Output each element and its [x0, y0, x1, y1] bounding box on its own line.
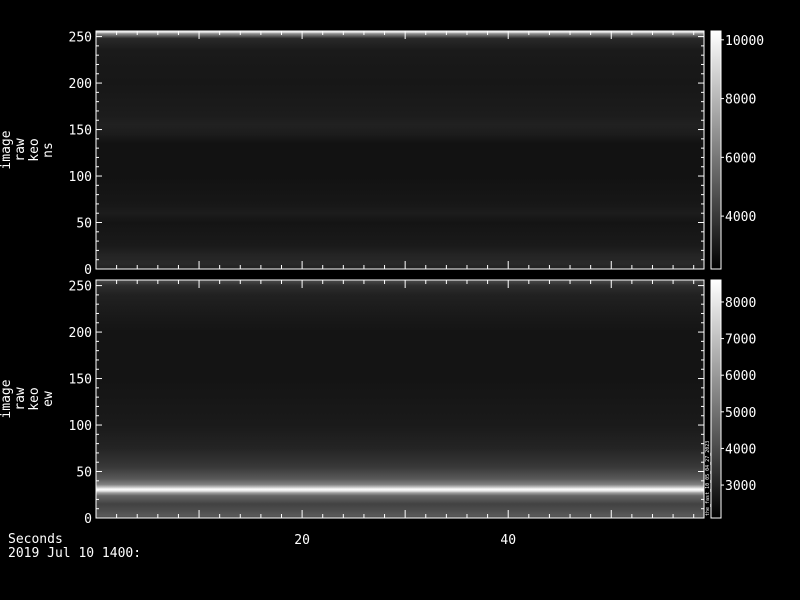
- y-axis-label-line: raw: [13, 387, 28, 411]
- colorbar-tick-label: 7000: [725, 333, 756, 348]
- colorbar-annotation: the_fast_10_05_04_27_2023: [705, 441, 711, 516]
- colorbar-tick-label: 3000: [725, 479, 756, 494]
- heatmap-image: [96, 31, 704, 269]
- x-axis-label: Seconds: [8, 532, 63, 547]
- colorbar-tick-label: 4000: [725, 210, 756, 225]
- y-tick-label: 200: [69, 77, 92, 92]
- y-axis-label-line: image: [0, 130, 14, 169]
- x-tick-label: 40: [500, 533, 516, 548]
- y-axis-label-line: raw: [13, 138, 28, 162]
- y-axis-label-line: keo: [27, 387, 42, 410]
- panel-ns: 0 50 100 150 200 250 image raw keo ns 4000 6000 8000…: [0, 30, 764, 278]
- colorbar-tick-label: 6000: [725, 151, 756, 166]
- colorbar: [710, 279, 722, 519]
- y-tick-label: 50: [76, 217, 92, 232]
- y-axis-label-line: ns: [41, 142, 56, 158]
- y-tick-label: 50: [76, 466, 92, 481]
- colorbar-tick-label: 4000: [725, 442, 756, 457]
- colorbar-tick-label: 6000: [725, 369, 756, 384]
- y-tick-label: 100: [69, 170, 92, 185]
- colorbar-tick-label: 5000: [725, 406, 756, 421]
- y-axis-label-line: keo: [27, 138, 42, 161]
- colorbar-tick-label: 10000: [725, 34, 764, 49]
- y-tick-label: 0: [84, 263, 92, 278]
- heatmap-image: [96, 280, 704, 518]
- y-tick-label: 0: [84, 512, 92, 527]
- y-axis-label-line: ew: [41, 391, 56, 407]
- date-label: 2019 Jul 10 1400:: [8, 546, 141, 561]
- keogram-figure: 050100150200250image raw keo ns400060008000…: [0, 0, 800, 600]
- panel-ew: 0 50 100 150 200 250 20 40 image raw keo ew 3000 4000…: [0, 279, 756, 548]
- y-axis-label-line: image: [0, 379, 14, 418]
- y-tick-label: 250: [69, 31, 92, 46]
- colorbar-tick-label: 8000: [725, 296, 756, 311]
- y-tick-label: 100: [69, 419, 92, 434]
- colorbar-tick-label: 8000: [725, 93, 756, 108]
- y-tick-label: 200: [69, 326, 92, 341]
- x-tick-label: 20: [294, 533, 310, 548]
- y-tick-label: 150: [69, 124, 92, 139]
- y-tick-label: 250: [69, 280, 92, 295]
- colorbar: [710, 30, 722, 270]
- y-tick-label: 150: [69, 373, 92, 388]
